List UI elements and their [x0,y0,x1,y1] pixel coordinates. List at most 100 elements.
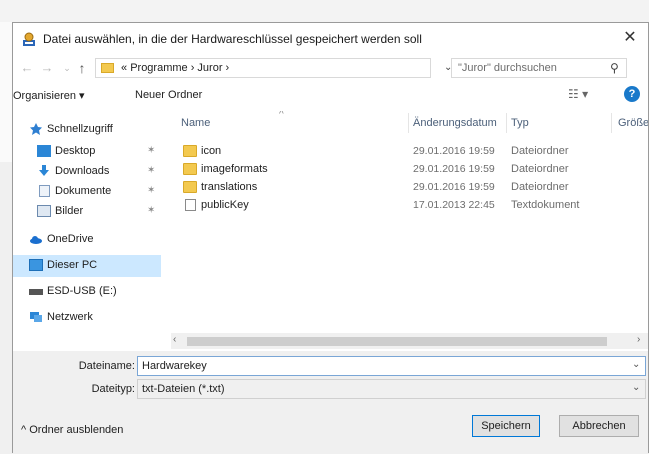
file-row[interactable]: imageformats 29.01.2016 19:59 Dateiordne… [181,161,648,179]
close-button[interactable]: ✕ [618,27,642,49]
horizontal-scrollbar[interactable]: ‹ › [171,333,648,349]
file-date: 29.01.2016 19:59 [413,145,495,157]
sidebar-item-quick-access[interactable]: Schnellzugriff [13,119,161,141]
sidebar-item-label: Netzwerk [47,311,93,323]
column-separator[interactable] [408,113,409,133]
column-header-size[interactable]: Größe [618,117,648,129]
scroll-right-icon[interactable]: › [637,334,640,345]
sidebar-item-label: Dokumente [55,185,112,197]
drive-icon [29,289,43,295]
help-icon[interactable]: ? [624,86,640,102]
file-date: 29.01.2016 19:59 [413,163,495,175]
breadcrumb-path[interactable]: Programme › Juror › [130,62,229,74]
network-icon [30,312,42,322]
chevron-down-icon[interactable]: ⌄ [632,359,640,370]
download-icon [39,165,49,176]
sidebar-item-label: OneDrive [47,233,94,245]
search-icon[interactable]: ⚲ [610,61,619,75]
desktop-icon [37,145,51,157]
navigation-pane: Schnellzugriff Desktop ✶ Downloads ✶ Dok… [13,111,161,349]
file-name: icon [201,145,222,157]
pin-icon[interactable]: ✶ [147,145,155,156]
chevron-down-icon[interactable]: ⌄ [632,382,640,393]
filename-value: Hardwarekey [142,360,207,372]
save-form: Dateiname: Hardwarekey ⌄ Dateityp: txt-D… [13,351,648,454]
view-options-button[interactable]: ☷ ▾ [568,87,588,101]
filename-field[interactable]: Hardwarekey ⌄ [137,356,646,376]
folder-icon [101,63,114,73]
file-date: 29.01.2016 19:59 [413,181,495,193]
sidebar-item-pictures[interactable]: Bilder ✶ [13,201,161,223]
sidebar-item-documents[interactable]: Dokumente ✶ [13,181,161,203]
chevron-up-icon: ^ [21,424,27,436]
pin-icon[interactable]: ✶ [147,205,155,216]
document-icon [185,199,196,211]
navigation-row: ← → ⌄ ↑ « Programme › Juror › ⌄ ↻ "Juror… [13,55,648,81]
column-header-date[interactable]: Änderungsdatum [413,117,497,129]
sidebar-item-label: Dieser PC [47,259,98,271]
pin-icon[interactable]: ✶ [147,165,155,176]
column-separator[interactable] [611,113,612,133]
sidebar-item-label: Desktop [55,145,96,157]
file-type: Dateiordner [511,181,569,193]
search-placeholder: "Juror" durchsuchen [458,62,557,74]
sidebar-item-network[interactable]: Netzwerk [13,307,161,329]
address-bar[interactable]: « Programme › Juror › ⌄ ↻ [95,58,479,78]
forward-arrow-icon[interactable]: → [39,60,55,76]
title-bar: Datei auswählen, in die der Hardwareschl… [13,23,648,55]
scroll-left-icon[interactable]: ‹ [173,334,176,345]
new-folder-button[interactable]: Neuer Ordner [135,89,202,101]
background-window-strip [0,0,649,22]
file-type: Textdokument [511,199,580,211]
toolbar: Organisieren ▾ Neuer Ordner ☷ ▾ ? [13,83,648,109]
dialog-title: Datei auswählen, in die der Hardwareschl… [43,32,422,46]
sidebar-item-this-pc[interactable]: Dieser PC [13,255,161,277]
filetype-label: Dateityp: [91,383,135,395]
breadcrumb-overflow[interactable]: « [121,62,127,74]
sidebar-item-onedrive[interactable]: OneDrive [13,229,161,251]
search-input[interactable]: "Juror" durchsuchen ⚲ [451,58,627,78]
column-header-name[interactable]: Name [181,117,210,129]
hide-folders-toggle[interactable]: ^ Ordner ausblenden [21,424,123,436]
save-button[interactable]: Speichern [472,415,540,437]
breadcrumb[interactable]: « Programme › Juror › [121,62,229,74]
folder-icon [183,145,197,157]
sidebar-item-downloads[interactable]: Downloads ✶ [13,161,161,183]
save-file-dialog: Datei auswählen, in die der Hardwareschl… [12,22,649,454]
hide-folders-label: Ordner ausblenden [29,424,124,436]
cancel-button[interactable]: Abbrechen [559,415,639,437]
file-row[interactable]: publicKey 17.01.2013 22:45 Textdokument [181,197,648,215]
file-type: Dateiordner [511,145,569,157]
star-icon [30,123,42,135]
sidebar-item-desktop[interactable]: Desktop ✶ [13,141,161,163]
file-row[interactable]: translations 29.01.2016 19:59 Dateiordne… [181,179,648,197]
file-name: imageformats [201,163,268,175]
scrollbar-thumb[interactable] [187,337,607,346]
app-key-icon [23,32,35,46]
file-row[interactable]: icon 29.01.2016 19:59 Dateiordner [181,143,648,161]
sort-ascending-icon: ^ [279,111,284,120]
organize-menu-button[interactable]: Organisieren ▾ [13,89,85,102]
computer-icon [29,259,43,271]
sidebar-item-label: Schnellzugriff [47,123,113,135]
filetype-value: txt-Dateien (*.txt) [142,383,225,395]
sidebar-item-label: Bilder [55,205,84,217]
documents-icon [39,185,50,197]
file-list: ^ Name Änderungsdatum Typ Größe icon 29.… [171,111,648,349]
back-arrow-icon[interactable]: ← [19,60,35,76]
sidebar-item-label: Downloads [55,165,110,177]
pin-icon[interactable]: ✶ [147,185,155,196]
filename-label: Dateiname: [78,360,135,372]
up-arrow-icon[interactable]: ↑ [74,60,90,76]
sidebar-item-usb-drive[interactable]: ESD-USB (E:) [13,281,161,303]
recent-locations-chevron-icon[interactable]: ⌄ [59,60,75,76]
filetype-select[interactable]: txt-Dateien (*.txt) ⌄ [137,379,646,399]
column-header-type[interactable]: Typ [511,117,529,129]
sidebar-item-label: ESD-USB (E:) [47,285,117,297]
file-date: 17.01.2013 22:45 [413,199,495,211]
pictures-icon [37,205,51,217]
folder-icon [183,181,197,193]
column-separator[interactable] [506,113,507,133]
file-type: Dateiordner [511,163,569,175]
folder-icon [183,163,197,175]
